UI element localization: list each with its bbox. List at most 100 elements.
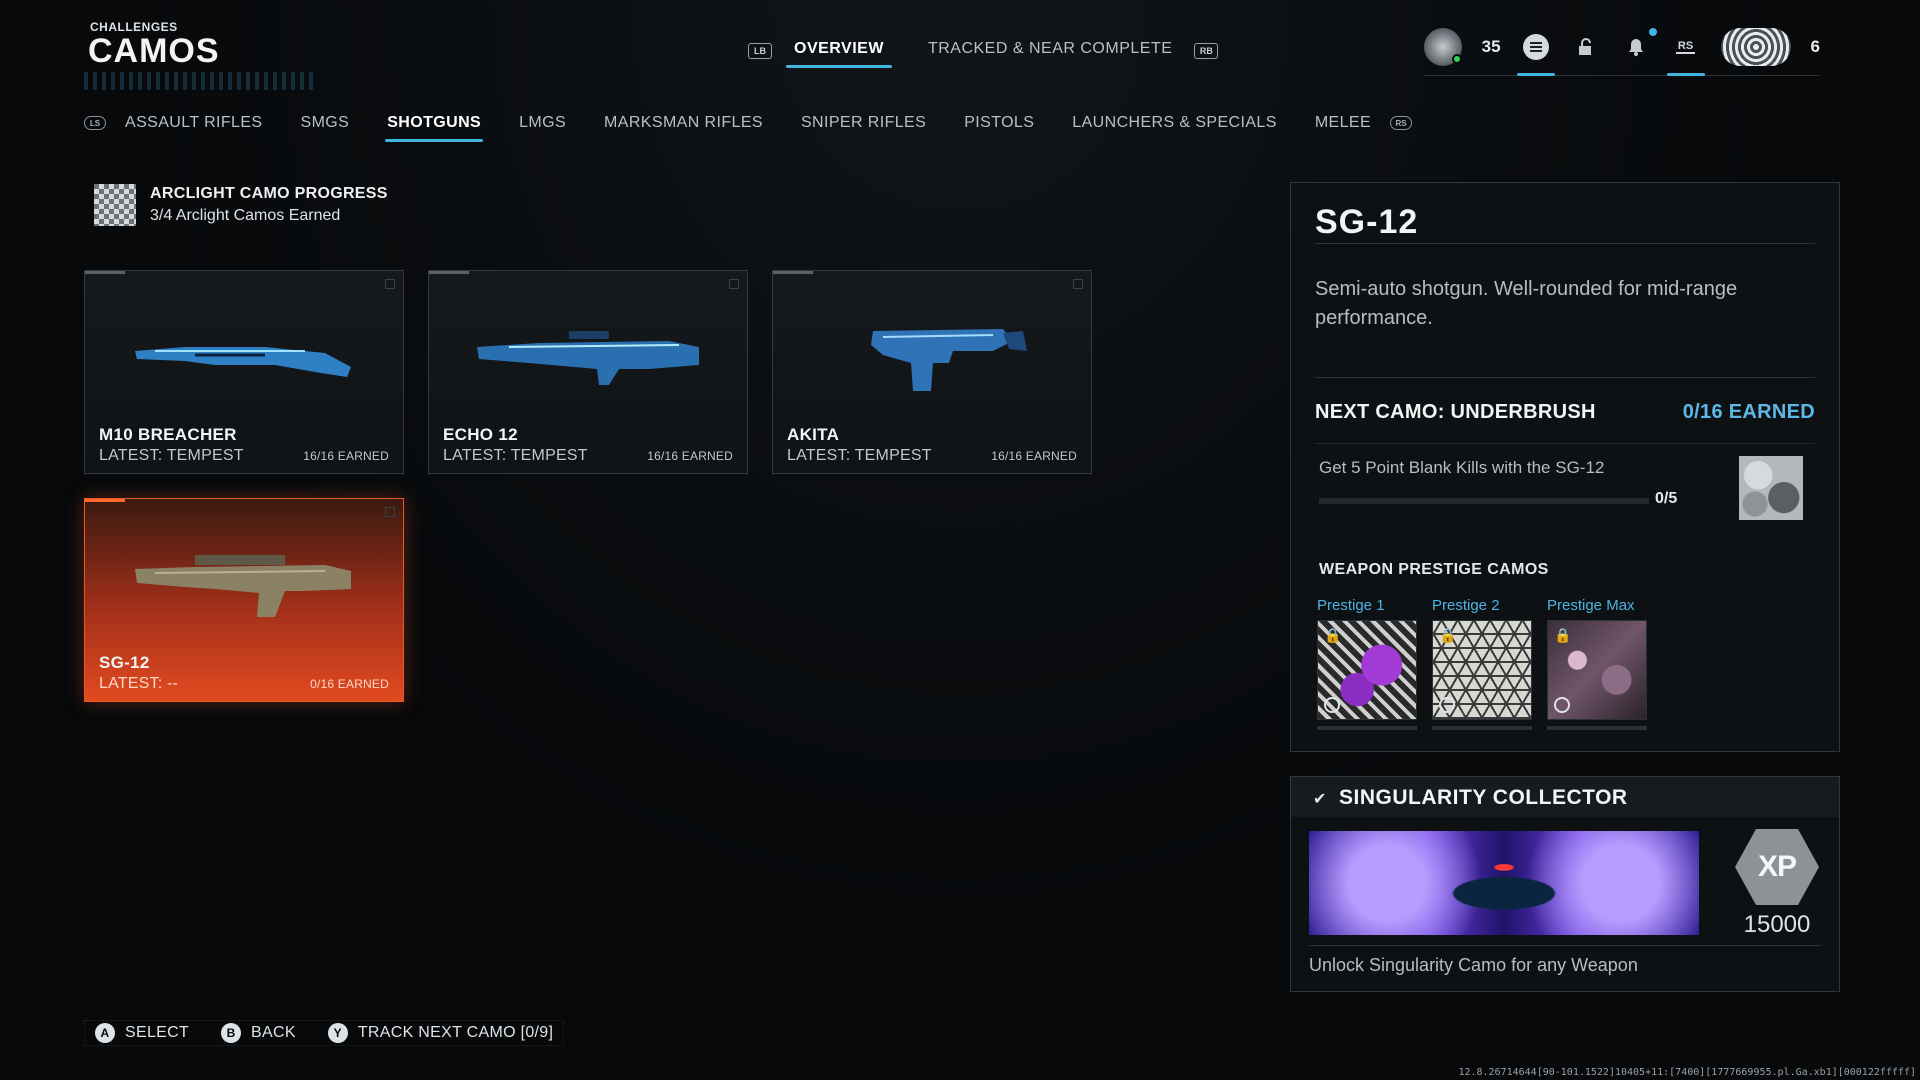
rs-button-icon[interactable]: RS: [1666, 32, 1705, 76]
card-progress-indicator: [429, 271, 469, 274]
notification-dot: [1648, 27, 1657, 36]
menu-icon[interactable]: [1516, 32, 1555, 76]
left-stick-icon[interactable]: LS: [84, 116, 106, 130]
prestige-progress: [1547, 726, 1647, 730]
weapon-name: AKITA: [787, 425, 840, 444]
weapon-card-m10-breacher[interactable]: M10 BREACHER LATEST: TEMPEST 16/16 EARNE…: [84, 270, 404, 474]
tab-pistols[interactable]: PISTOLS: [964, 114, 1034, 142]
card-progress-indicator: [85, 271, 125, 274]
weapon-latest-camo: LATEST: TEMPEST: [443, 447, 588, 464]
detail-weapon-name: SG-12: [1315, 203, 1419, 241]
card-corner-icon: [1073, 279, 1083, 289]
card-progress-indicator: [85, 499, 125, 502]
challenge-count: 0/5: [1655, 490, 1678, 507]
weapon-card-akita[interactable]: AKITA LATEST: TEMPEST 16/16 EARNED: [772, 270, 1092, 474]
track-next-camo-hint[interactable]: Y TRACK NEXT CAMO [0/9]: [327, 1023, 554, 1043]
arclight-progress: ARCLIGHT CAMO PROGRESS 3/4 Arclight Camo…: [94, 184, 388, 226]
card-corner-icon: [385, 279, 395, 289]
singularity-reward-image: [1309, 831, 1699, 935]
tab-smgs[interactable]: SMGS: [301, 114, 350, 142]
weapon-card-sg-12[interactable]: SG-12 LATEST: -- 0/16 EARNED: [84, 498, 404, 702]
prestige-label: Prestige Max: [1547, 597, 1635, 614]
xp-badge-icon: XP: [1735, 829, 1819, 905]
rb-button-icon[interactable]: RB: [1194, 43, 1219, 59]
button-hints: A SELECT B BACK Y TRACK NEXT CAMO [0/9]: [84, 1020, 565, 1046]
weapon-latest-camo: LATEST: TEMPEST: [787, 447, 932, 464]
weapon-name: M10 BREACHER: [99, 425, 237, 444]
prestige-camo-max[interactable]: Prestige Max 🔒: [1547, 597, 1647, 730]
weapon-card-echo-12[interactable]: ECHO 12 LATEST: TEMPEST 16/16 EARNED: [428, 270, 748, 474]
tab-sniper-rifles[interactable]: SNIPER RIFLES: [801, 114, 926, 142]
challenge-progress-bar: [1319, 498, 1649, 504]
prestige-camo-2[interactable]: Prestige 2 🔒: [1432, 597, 1532, 730]
lock-icon: 🔒: [1324, 627, 1342, 643]
tab-overview[interactable]: OVERVIEW: [786, 34, 892, 68]
back-hint[interactable]: B BACK: [221, 1023, 296, 1043]
lock-icon: 🔒: [1554, 627, 1572, 643]
prestige-camo-1[interactable]: Prestige 1 🔒: [1317, 597, 1417, 730]
weapon-latest-camo: LATEST: TEMPEST: [99, 447, 244, 464]
tab-shotguns[interactable]: SHOTGUNS: [385, 114, 483, 142]
prestige-ring-icon: [1554, 697, 1570, 713]
shotgun-icon: [871, 329, 1027, 391]
arclight-title: ARCLIGHT CAMO PROGRESS: [150, 185, 388, 202]
online-indicator: [1451, 53, 1462, 64]
tab-tracked-near-complete[interactable]: TRACKED & NEAR COMPLETE: [920, 34, 1180, 68]
shotgun-icon: [135, 347, 351, 377]
tab-assault-rifles[interactable]: ASSAULT RIFLES: [125, 114, 263, 142]
card-corner-icon: [385, 507, 395, 517]
singularity-description: Unlock Singularity Camo for any Weapon: [1309, 955, 1638, 975]
underbrush-camo-icon: [1739, 456, 1803, 520]
weapon-name: SG-12: [99, 653, 150, 672]
prestige-label: Prestige 1: [1317, 597, 1385, 614]
weapon-earned-count: 16/16 EARNED: [303, 449, 389, 463]
hint-label: BACK: [251, 1024, 296, 1041]
prestige-1-camo-swatch: 🔒: [1317, 620, 1417, 720]
checkmark-icon: ✔: [1313, 791, 1327, 808]
lb-button-icon[interactable]: LB: [748, 43, 772, 59]
divider: [1315, 377, 1815, 378]
prestige-label: Prestige 2: [1432, 597, 1500, 614]
rank-emblem-icon[interactable]: [1423, 27, 1462, 66]
next-camo-title: NEXT CAMO: UNDERBRUSH: [1315, 401, 1596, 423]
build-version: 12.8.26714644[90-101.1522]10405+11:[7400…: [1458, 1067, 1916, 1078]
unlock-icon[interactable]: [1571, 32, 1601, 62]
top-tabs: LB OVERVIEW TRACKED & NEAR COMPLETE RB: [748, 34, 1219, 68]
hint-label: TRACK NEXT CAMO [0/9]: [357, 1024, 554, 1041]
prestige-camos-heading: WEAPON PRESTIGE CAMOS: [1319, 561, 1549, 578]
weapon-earned-count: 16/16 EARNED: [991, 449, 1077, 463]
a-button-icon: A: [95, 1023, 115, 1043]
weapon-earned-count: 0/16 EARNED: [310, 677, 389, 691]
divider: [1315, 243, 1815, 244]
weapon-latest-camo: LATEST: --: [99, 675, 179, 692]
prestige-max-camo-swatch: 🔒: [1547, 620, 1647, 720]
right-stick-icon[interactable]: RS: [1390, 116, 1413, 130]
party-count: 6: [1810, 36, 1820, 56]
tab-marksman-rifles[interactable]: MARKSMAN RIFLES: [604, 114, 763, 142]
weapon-detail-panel: SG-12 Semi-auto shotgun. Well-rounded fo…: [1290, 182, 1840, 752]
xp-reward-value: 15000: [1743, 911, 1811, 938]
select-hint[interactable]: A SELECT: [95, 1023, 189, 1043]
page-title: CAMOS: [88, 32, 220, 70]
shotgun-icon: [135, 555, 351, 617]
card-progress-indicator: [773, 271, 813, 274]
prestige-ring-icon: [1324, 697, 1340, 713]
tab-melee[interactable]: MELEE: [1315, 114, 1371, 142]
next-camo-earned: 0/16 EARNED: [1682, 401, 1815, 423]
notification-bell-icon[interactable]: [1621, 27, 1657, 62]
camo-challenge[interactable]: Get 5 Point Blank Kills with the SG-12 0…: [1315, 443, 1815, 523]
prestige-progress: [1317, 726, 1417, 730]
lock-icon: 🔒: [1439, 627, 1457, 643]
weapon-name: ECHO 12: [443, 425, 518, 444]
player-level: 35: [1481, 36, 1501, 56]
player-calling-card[interactable]: [1720, 27, 1791, 66]
b-button-icon: B: [221, 1023, 242, 1043]
hint-label: SELECT: [125, 1024, 190, 1041]
weapon-category-tabs: LS ASSAULT RIFLES SMGS SHOTGUNS LMGS MAR…: [84, 114, 1413, 142]
singularity-collector-panel[interactable]: ✔ SINGULARITY COLLECTOR XP 15000 Unlock …: [1290, 776, 1840, 992]
tab-launchers-specials[interactable]: LAUNCHERS & SPECIALS: [1072, 114, 1277, 142]
status-bar: 35 RS 6: [1423, 22, 1820, 76]
y-button-icon: Y: [327, 1023, 348, 1043]
prestige-ring-icon: [1439, 697, 1455, 713]
tab-lmgs[interactable]: LMGS: [519, 114, 566, 142]
